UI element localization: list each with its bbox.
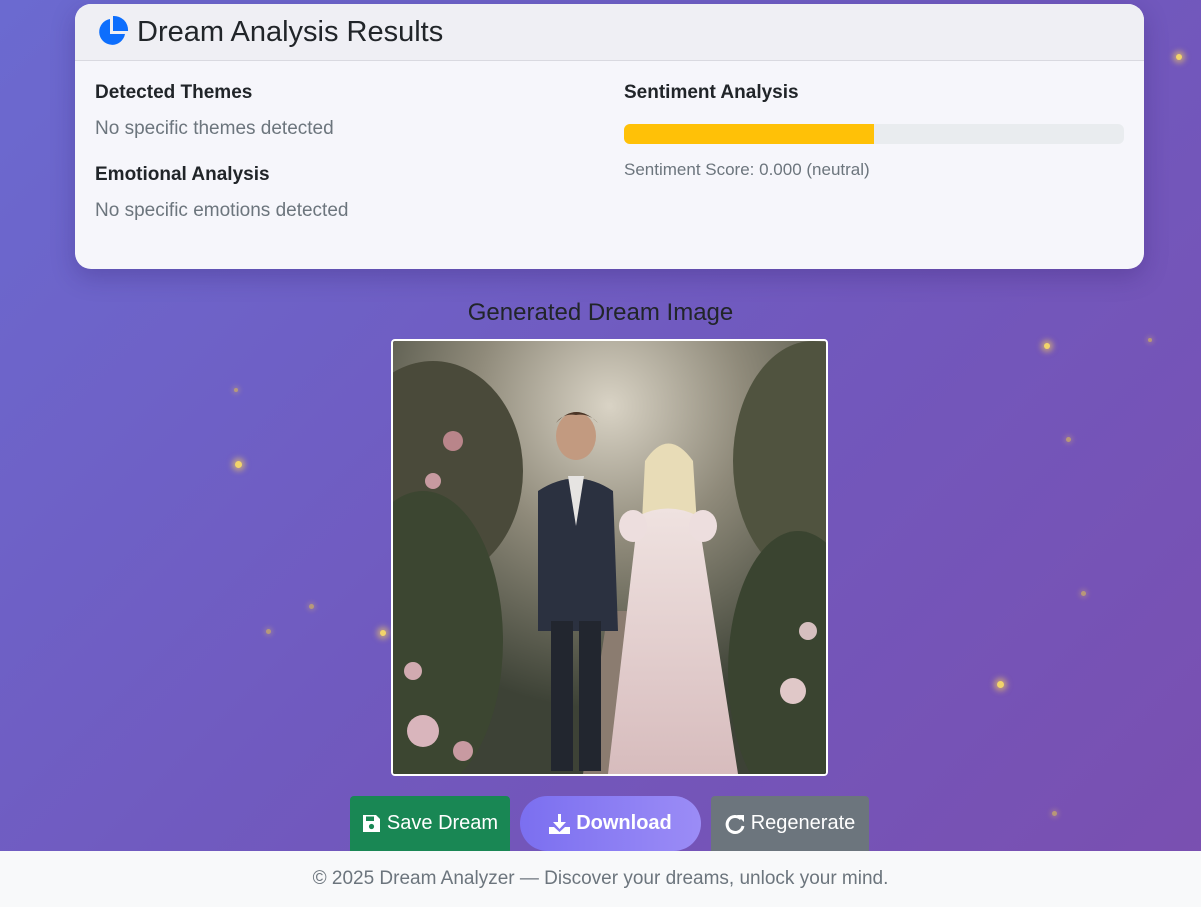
- sentiment-heading: Sentiment Analysis: [624, 82, 799, 103]
- results-title: Dream Analysis Results: [137, 15, 444, 48]
- themes-emotions-column: Detected Themes No specific themes detec…: [95, 82, 348, 222]
- page-footer: © 2025 Dream Analyzer — Discover your dr…: [0, 851, 1201, 907]
- sparkle-decoration: [1066, 437, 1071, 442]
- analysis-results-card: Dream Analysis Results Detected Themes N…: [75, 4, 1144, 269]
- themes-text: No specific themes detected: [95, 118, 334, 139]
- download-label: Download: [576, 812, 672, 834]
- sparkle-decoration: [1081, 591, 1086, 596]
- sparkle-decoration: [235, 461, 242, 468]
- sparkle-decoration: [380, 630, 386, 636]
- sentiment-score: Sentiment Score: 0.000 (neutral): [624, 160, 870, 179]
- sparkle-decoration: [234, 388, 238, 392]
- sparkle-decoration: [1052, 811, 1057, 816]
- save-dream-button[interactable]: Save Dream: [350, 796, 510, 851]
- footer-text: © 2025 Dream Analyzer — Discover your dr…: [312, 868, 889, 889]
- sentiment-progress-bar: [624, 124, 1124, 144]
- generated-image-title: Generated Dream Image: [467, 299, 734, 326]
- emotions-heading: Emotional Analysis: [95, 164, 270, 185]
- sparkle-decoration: [1148, 338, 1152, 342]
- regenerate-label: Regenerate: [750, 812, 856, 834]
- redo-arrow-icon: [725, 814, 745, 834]
- emotions-text: No specific emotions detected: [95, 200, 349, 221]
- save-dream-label: Save Dream: [386, 812, 499, 834]
- download-icon: [549, 813, 571, 834]
- floppy-disk-icon: [362, 815, 380, 832]
- themes-heading: Detected Themes: [95, 82, 253, 103]
- sparkle-decoration: [997, 681, 1004, 688]
- card-header: Dream Analysis Results: [75, 4, 1144, 61]
- sparkle-decoration: [1044, 343, 1050, 349]
- sparkle-decoration: [309, 604, 314, 609]
- sparkle-decoration: [266, 629, 271, 634]
- sentiment-column: Sentiment Analysis Sentiment Score: 0.00…: [624, 82, 1124, 180]
- sentiment-progress-fill: [624, 124, 874, 144]
- pie-chart-icon: [99, 15, 129, 45]
- download-button[interactable]: Download: [520, 796, 701, 851]
- generated-dream-image: [391, 339, 828, 776]
- regenerate-button[interactable]: Regenerate: [711, 796, 869, 851]
- sparkle-decoration: [1176, 54, 1182, 60]
